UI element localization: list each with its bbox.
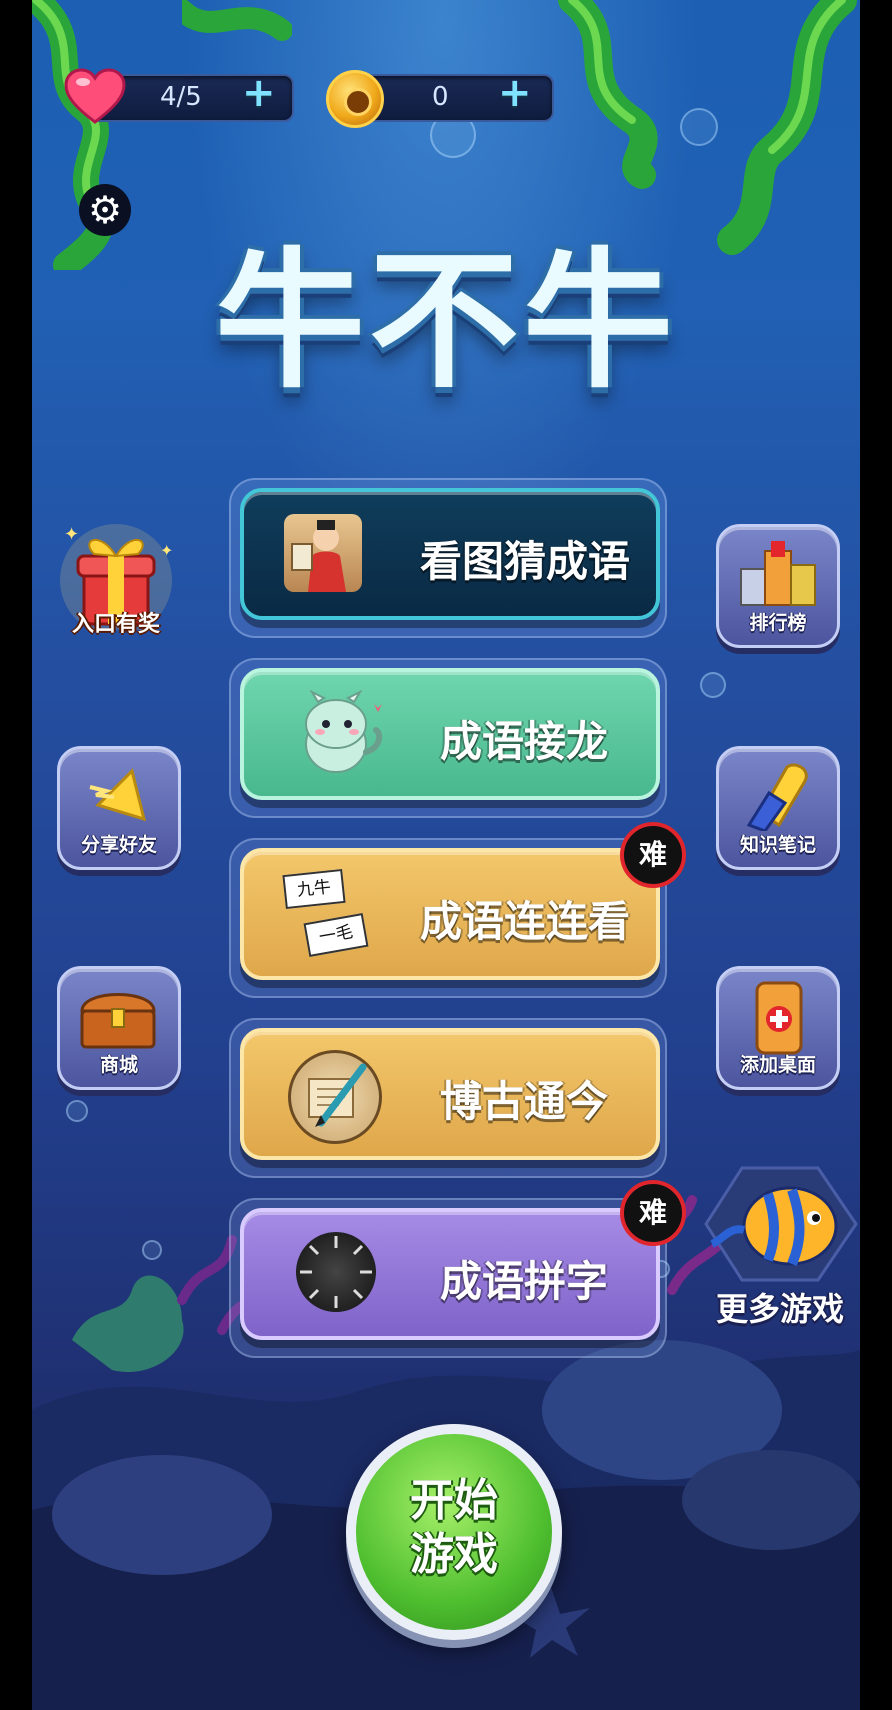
gift-reward-label: 入口有奖 (71, 612, 160, 637)
mode-history-button[interactable]: 博古通今 (240, 1028, 660, 1160)
share-friends-label: 分享好友 (80, 834, 157, 856)
mode-idiom-chain-button[interactable]: 成语接龙 (240, 668, 660, 800)
game-home-screen: 4/5 + 0 + ⚙ 牛不牛 看图猜成语 成语接龙 九牛 一毛 成语连连看 难… (0, 0, 892, 1710)
lives-count: 4/5 (160, 82, 202, 112)
shop-label: 商城 (99, 1054, 138, 1076)
knowledge-notes-label: 知识笔记 (739, 834, 816, 856)
game-title: 牛不牛 (214, 235, 677, 409)
notes-capsule-icon (746, 763, 808, 831)
more-games-label: 更多游戏 (715, 1290, 844, 1328)
mode-idiom-chain-label: 成语接龙 (439, 717, 608, 766)
knowledge-notes-button[interactable]: 知识笔记 (716, 746, 840, 870)
add-coins-button[interactable]: + (498, 70, 532, 116)
mode-idiom-match-button[interactable]: 九牛 一毛 成语连连看 (240, 848, 660, 980)
hard-badge: 难 (620, 822, 686, 888)
megaphone-icon (89, 768, 147, 822)
seaweed-top-center (182, 0, 292, 41)
heart-icon (64, 68, 126, 124)
coin-count: 0 (432, 82, 449, 112)
hard-badge: 难 (620, 1180, 686, 1246)
mode-idiom-spell-button[interactable]: 成语拼字 (240, 1208, 660, 1340)
podium-trophy-icon (740, 541, 816, 606)
svg-text:✦: ✦ (160, 541, 173, 560)
add-to-desktop-button[interactable]: 添加桌面 (716, 966, 840, 1090)
add-to-desktop-label: 添加桌面 (739, 1054, 816, 1076)
bubble (680, 108, 718, 146)
mode-idiom-spell-label: 成语拼字 (439, 1257, 608, 1306)
start-game-label: 开始游戏 (356, 1474, 552, 1582)
start-game-button[interactable]: 开始游戏 (346, 1424, 562, 1640)
bubble (700, 672, 726, 698)
coin-icon (326, 70, 384, 128)
bubble (66, 1100, 88, 1122)
mode-picture-guess-button[interactable]: 看图猜成语 (240, 488, 660, 620)
treasure-chest-icon (80, 993, 156, 1049)
phone-add-icon (755, 981, 803, 1055)
leaderboard-label: 排行榜 (749, 612, 807, 634)
fish-icon (704, 1166, 858, 1282)
letterbox-left (0, 0, 32, 1710)
share-friends-button[interactable]: 分享好友 (57, 746, 181, 870)
start-game-text: 开始游戏 (410, 1475, 498, 1580)
svg-text:✦: ✦ (64, 524, 79, 545)
letterbox-right (860, 0, 892, 1710)
mode-picture-guess-label: 看图猜成语 (419, 537, 630, 586)
leaderboard-button[interactable]: 排行榜 (716, 524, 840, 648)
shop-button[interactable]: 商城 (57, 966, 181, 1090)
add-lives-button[interactable]: + (242, 70, 276, 116)
mode-history-label: 博古通今 (439, 1077, 608, 1126)
mode-idiom-match-label: 成语连连看 (419, 897, 630, 946)
